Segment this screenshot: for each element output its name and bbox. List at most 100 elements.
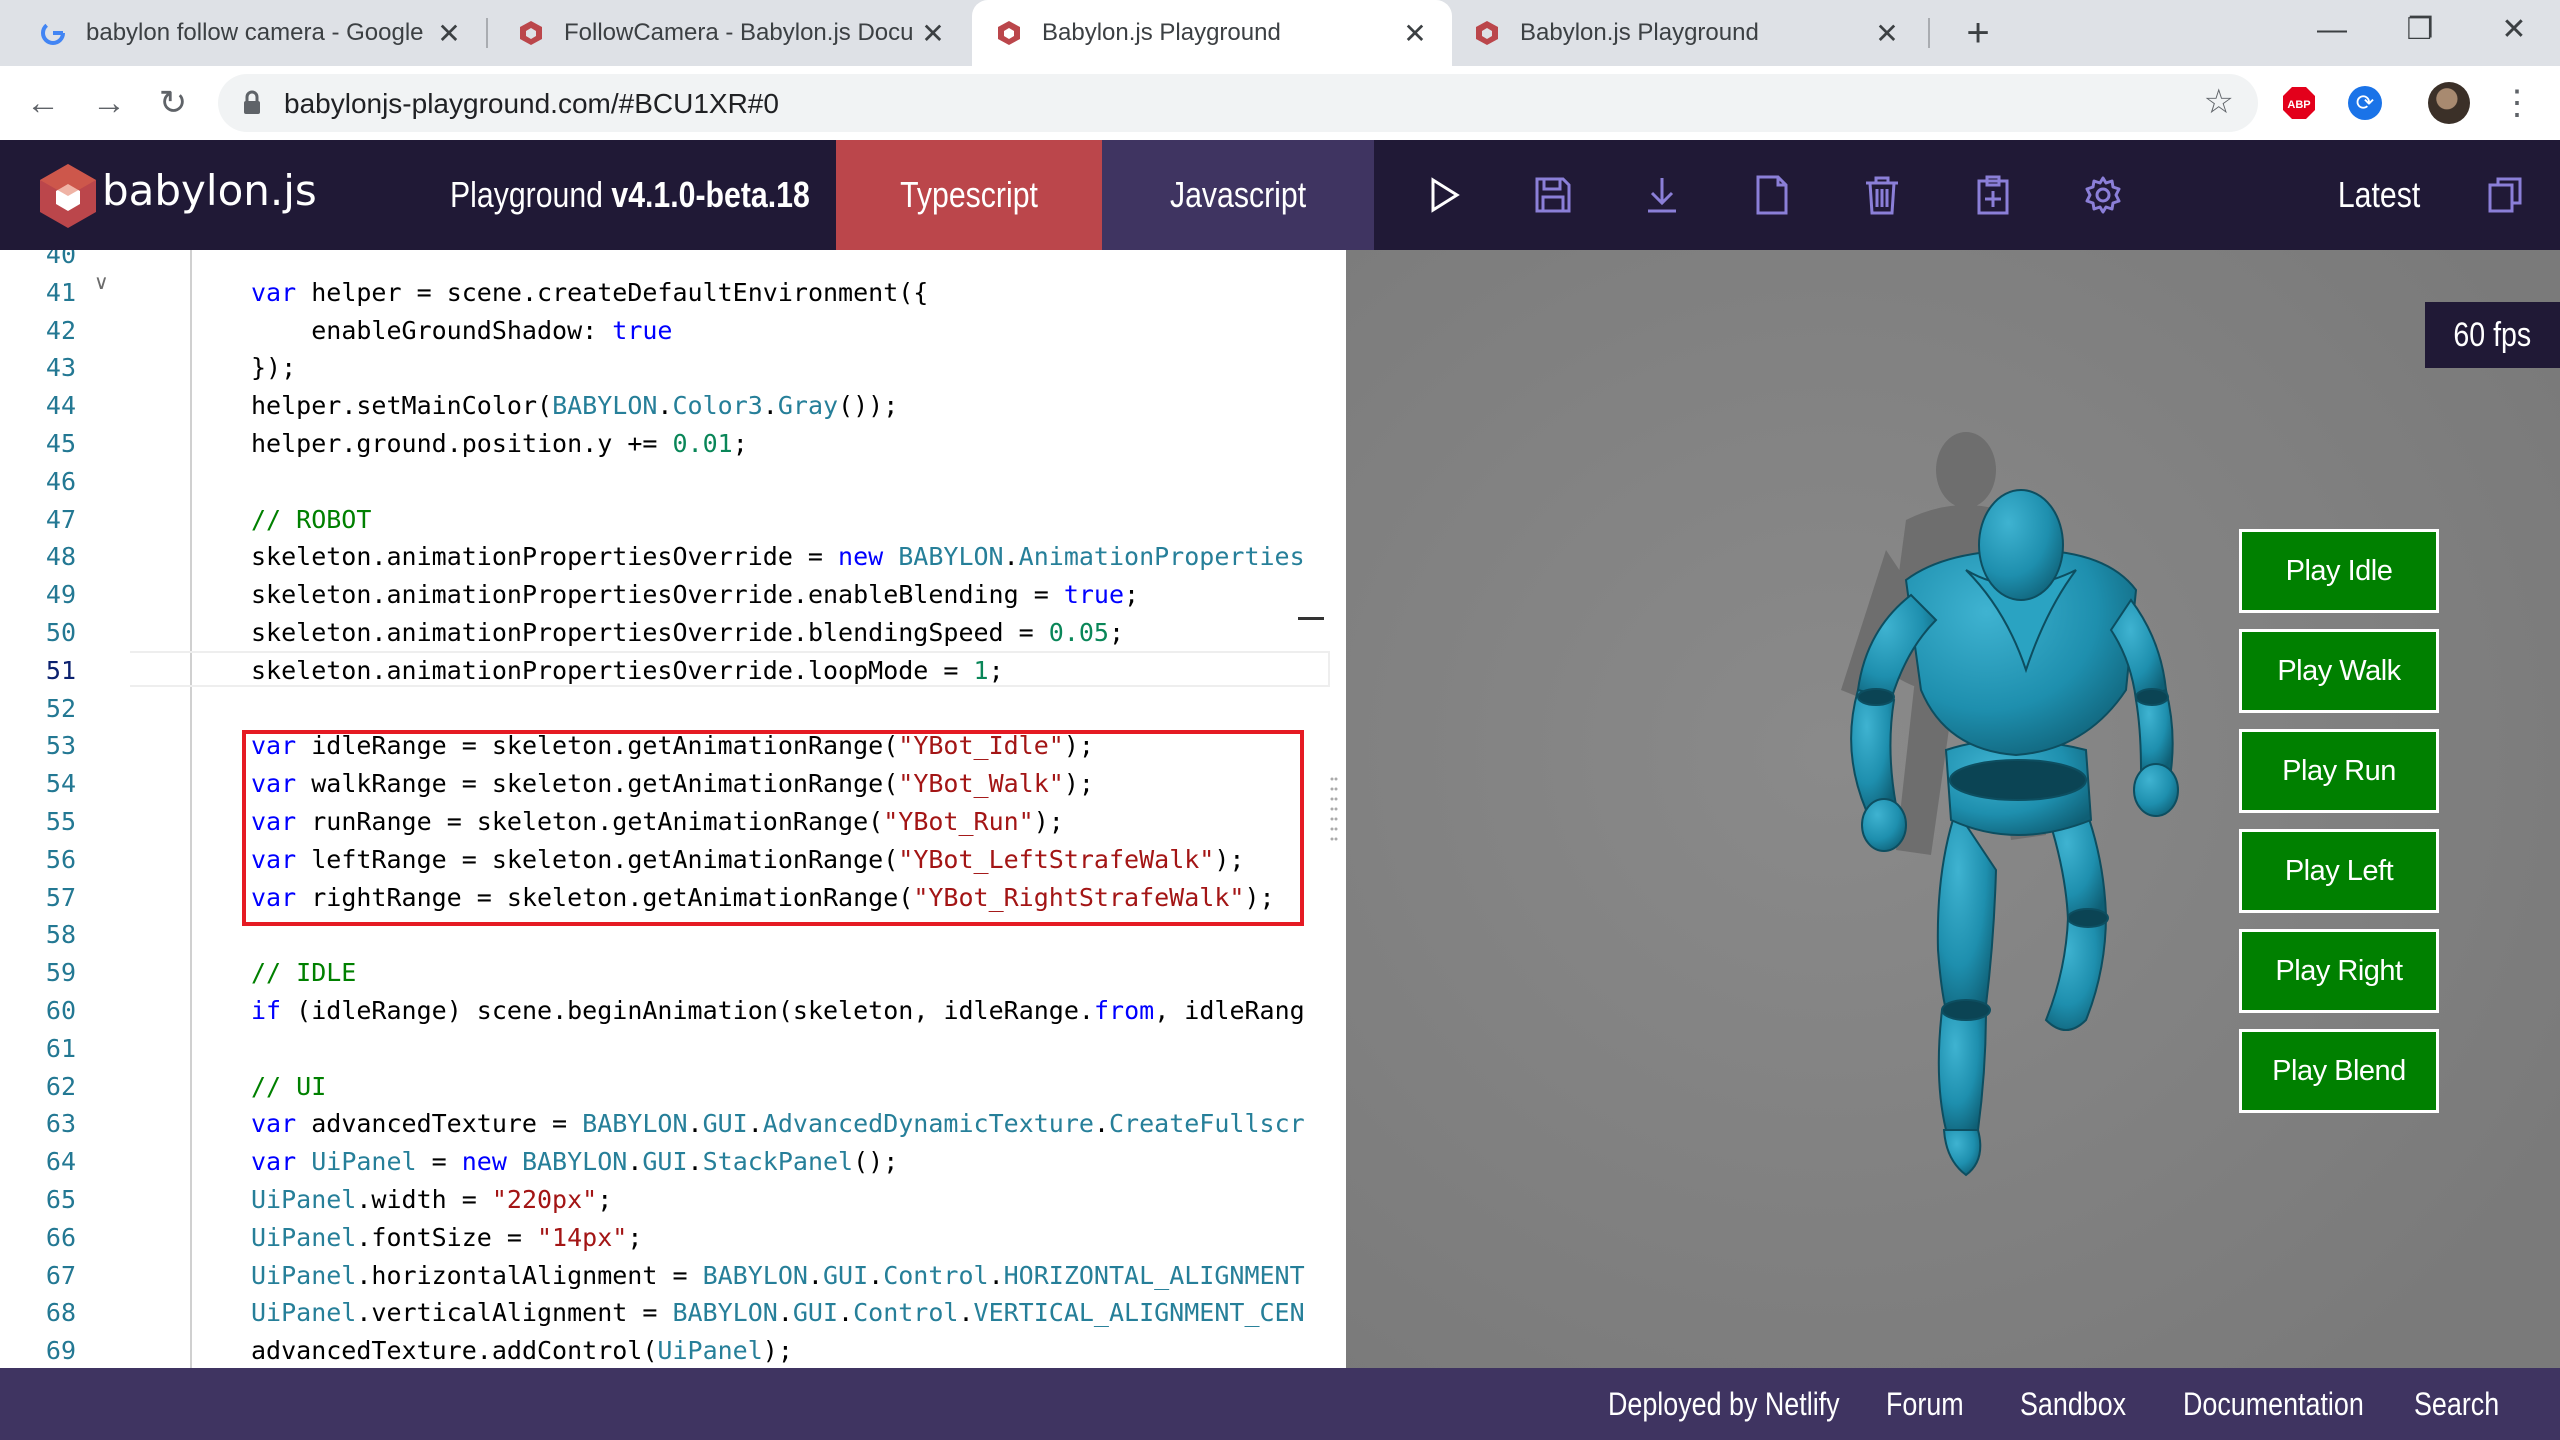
line-number: 45	[45, 429, 76, 458]
code-line[interactable]: skeleton.animationPropertiesOverride.ena…	[251, 576, 1139, 614]
footer-link-netlify[interactable]: Deployed by Netlify	[1608, 1368, 1884, 1440]
code-line[interactable]: helper.setMainColor(BABYLON.Color3.Gray(…	[251, 387, 898, 425]
code-line[interactable]: });	[251, 349, 296, 387]
tab-typescript-label: Typescript	[900, 174, 1038, 215]
line-number: 59	[45, 958, 76, 988]
footer-link-search[interactable]: Search	[2414, 1368, 2515, 1440]
play-run-button[interactable]: Play Run	[2239, 729, 2439, 813]
line-number: 56	[45, 844, 76, 874]
tab-javascript-label: Javascript	[1169, 174, 1307, 215]
clear-trash-icon[interactable]	[1862, 175, 1902, 215]
code-line[interactable]: UiPanel.verticalAlignment = BABYLON.GUI.…	[251, 1294, 1305, 1332]
line-number: 44	[45, 391, 76, 421]
code-line[interactable]: var UiPanel = new BABYLON.GUI.StackPanel…	[251, 1143, 898, 1181]
fps-label: 60 fps	[2453, 316, 2532, 354]
tab-close-icon[interactable]: ✕	[434, 17, 464, 50]
line-number: 41	[45, 277, 76, 307]
code-line[interactable]: helper.ground.position.y += 0.01;	[251, 425, 748, 463]
footer-link-sandbox[interactable]: Sandbox	[2020, 1368, 2146, 1440]
back-icon[interactable]: ←	[20, 80, 66, 126]
copy-pages-icon[interactable]	[2486, 175, 2526, 215]
code-line[interactable]: var advancedTexture = BABYLON.GUI.Advanc…	[251, 1105, 1305, 1143]
line-number: 60	[45, 996, 76, 1025]
splitter-grip-icon[interactable]	[1330, 775, 1338, 845]
play-walk-button[interactable]: Play Walk	[2239, 629, 2439, 713]
play-blend-button[interactable]: Play Blend	[2239, 1029, 2439, 1113]
code-line[interactable]: // IDLE	[251, 954, 356, 992]
bookmark-star-icon[interactable]: ☆	[2204, 82, 2234, 122]
forward-icon[interactable]: →	[86, 80, 132, 126]
new-file-icon[interactable]	[1752, 175, 1792, 215]
line-number: 54	[45, 769, 76, 799]
footer-link-forum[interactable]: Forum	[1886, 1368, 1978, 1440]
fold-chevron-icon[interactable]: ∨	[94, 270, 109, 295]
overview-ruler-mark	[1298, 617, 1324, 620]
clipboard-add-icon[interactable]	[1973, 175, 2013, 215]
babylon-logo-icon[interactable]	[38, 162, 98, 230]
code-line[interactable]: UiPanel.horizontalAlignment = BABYLON.GU…	[251, 1257, 1305, 1295]
download-icon[interactable]	[1642, 175, 1682, 215]
line-number: 48	[45, 542, 76, 572]
code-line[interactable]: // UI	[251, 1068, 326, 1106]
code-line[interactable]: if (idleRange) scene.beginAnimation(skel…	[251, 992, 1305, 1030]
line-number: 40	[45, 250, 76, 269]
new-tab-button[interactable]: +	[1955, 10, 2001, 56]
line-number: 43	[45, 353, 76, 383]
babylon-icon	[998, 21, 1020, 45]
tab-close-icon[interactable]: ✕	[1872, 17, 1902, 50]
close-window-icon[interactable]: ✕	[2470, 0, 2558, 66]
tab-close-icon[interactable]: ✕	[918, 17, 948, 50]
footer-link-label: Search	[2414, 1386, 2500, 1422]
play-left-button[interactable]: Play Left	[2239, 829, 2439, 913]
line-number: 46	[45, 466, 76, 496]
line-number: 51	[45, 655, 76, 685]
adblock-plus-icon[interactable]: ABP	[2282, 86, 2316, 120]
tab-separator	[1928, 18, 1930, 48]
code-line[interactable]: skeleton.animationPropertiesOverride.ble…	[251, 614, 1124, 652]
play-idle-button[interactable]: Play Idle	[2239, 529, 2439, 613]
tab-typescript[interactable]: Typescript	[836, 140, 1102, 250]
latest-version-dropdown[interactable]: Latest	[2330, 140, 2428, 250]
minimize-icon[interactable]: —	[2288, 0, 2376, 66]
footer-link-label: Documentation	[2183, 1386, 2364, 1422]
code-line[interactable]: advancedTexture.addControl(UiPanel);	[251, 1332, 793, 1368]
code-line[interactable]: // ROBOT	[251, 501, 371, 539]
browser-tab-playground[interactable]: Babylon.js Playground ✕	[1454, 0, 1924, 66]
playground-header: babylon.js Playground v4.1.0-beta.18 Typ…	[0, 140, 2560, 250]
logo-text[interactable]: babylon.js	[102, 166, 317, 215]
save-icon[interactable]	[1533, 175, 1573, 215]
restore-icon[interactable]: ❐	[2376, 0, 2464, 66]
footer-link-label: Sandbox	[2020, 1386, 2127, 1422]
tab-title: babylon follow camera - Google	[86, 19, 424, 46]
play-right-button[interactable]: Play Right	[2239, 929, 2439, 1013]
line-number: 53	[45, 731, 76, 761]
browser-tab-playground-active[interactable]: Babylon.js Playground ✕	[972, 0, 1452, 66]
browser-tab-google[interactable]: babylon follow camera - Google ✕	[0, 0, 486, 66]
tab-title: Babylon.js Playground	[1042, 19, 1281, 46]
code-line[interactable]: enableGroundShadow: true	[251, 312, 672, 350]
line-number: 65	[45, 1185, 76, 1214]
browser-menu-icon[interactable]: ⋮	[2500, 82, 2534, 124]
settings-gear-icon[interactable]	[2083, 175, 2123, 215]
tab-close-icon[interactable]: ✕	[1400, 17, 1430, 50]
reload-icon[interactable]: ↻	[150, 80, 196, 126]
code-line[interactable]: skeleton.animationPropertiesOverride.loo…	[251, 652, 1004, 690]
code-line[interactable]: var helper = scene.createDefaultEnvironm…	[251, 274, 928, 312]
tab-title: FollowCamera - Babylon.js Docu	[564, 19, 914, 46]
line-number: 42	[45, 315, 76, 345]
code-line[interactable]: UiPanel.width = "220px";	[251, 1181, 612, 1219]
footer-link-documentation[interactable]: Documentation	[2183, 1368, 2398, 1440]
line-number: 57	[45, 882, 76, 912]
browser-toolbar: ← → ↻ babylonjs-playground.com/#BCU1XR#0…	[0, 66, 2560, 141]
line-number: 61	[45, 1033, 76, 1063]
tab-javascript[interactable]: Javascript	[1102, 140, 1374, 250]
profile-avatar[interactable]	[2428, 82, 2470, 124]
run-play-icon[interactable]	[1424, 175, 1464, 215]
url-text: babylonjs-playground.com/#BCU1XR#0	[284, 88, 779, 119]
code-editor[interactable]: 40 41 42 43 44 45 46 47 48 49 50 51 52 53 54 55 56 57 58 59…	[0, 250, 1346, 1368]
code-line[interactable]: UiPanel.fontSize = "14px";	[251, 1219, 642, 1257]
code-line[interactable]: skeleton.animationPropertiesOverride = n…	[251, 538, 1305, 576]
extension-sync-icon[interactable]: ⟳	[2348, 86, 2382, 120]
address-bar[interactable]: babylonjs-playground.com/#BCU1XR#0 ☆	[218, 74, 2258, 132]
browser-tab-followcamera-docs[interactable]: FollowCamera - Babylon.js Docu ✕	[488, 0, 970, 66]
